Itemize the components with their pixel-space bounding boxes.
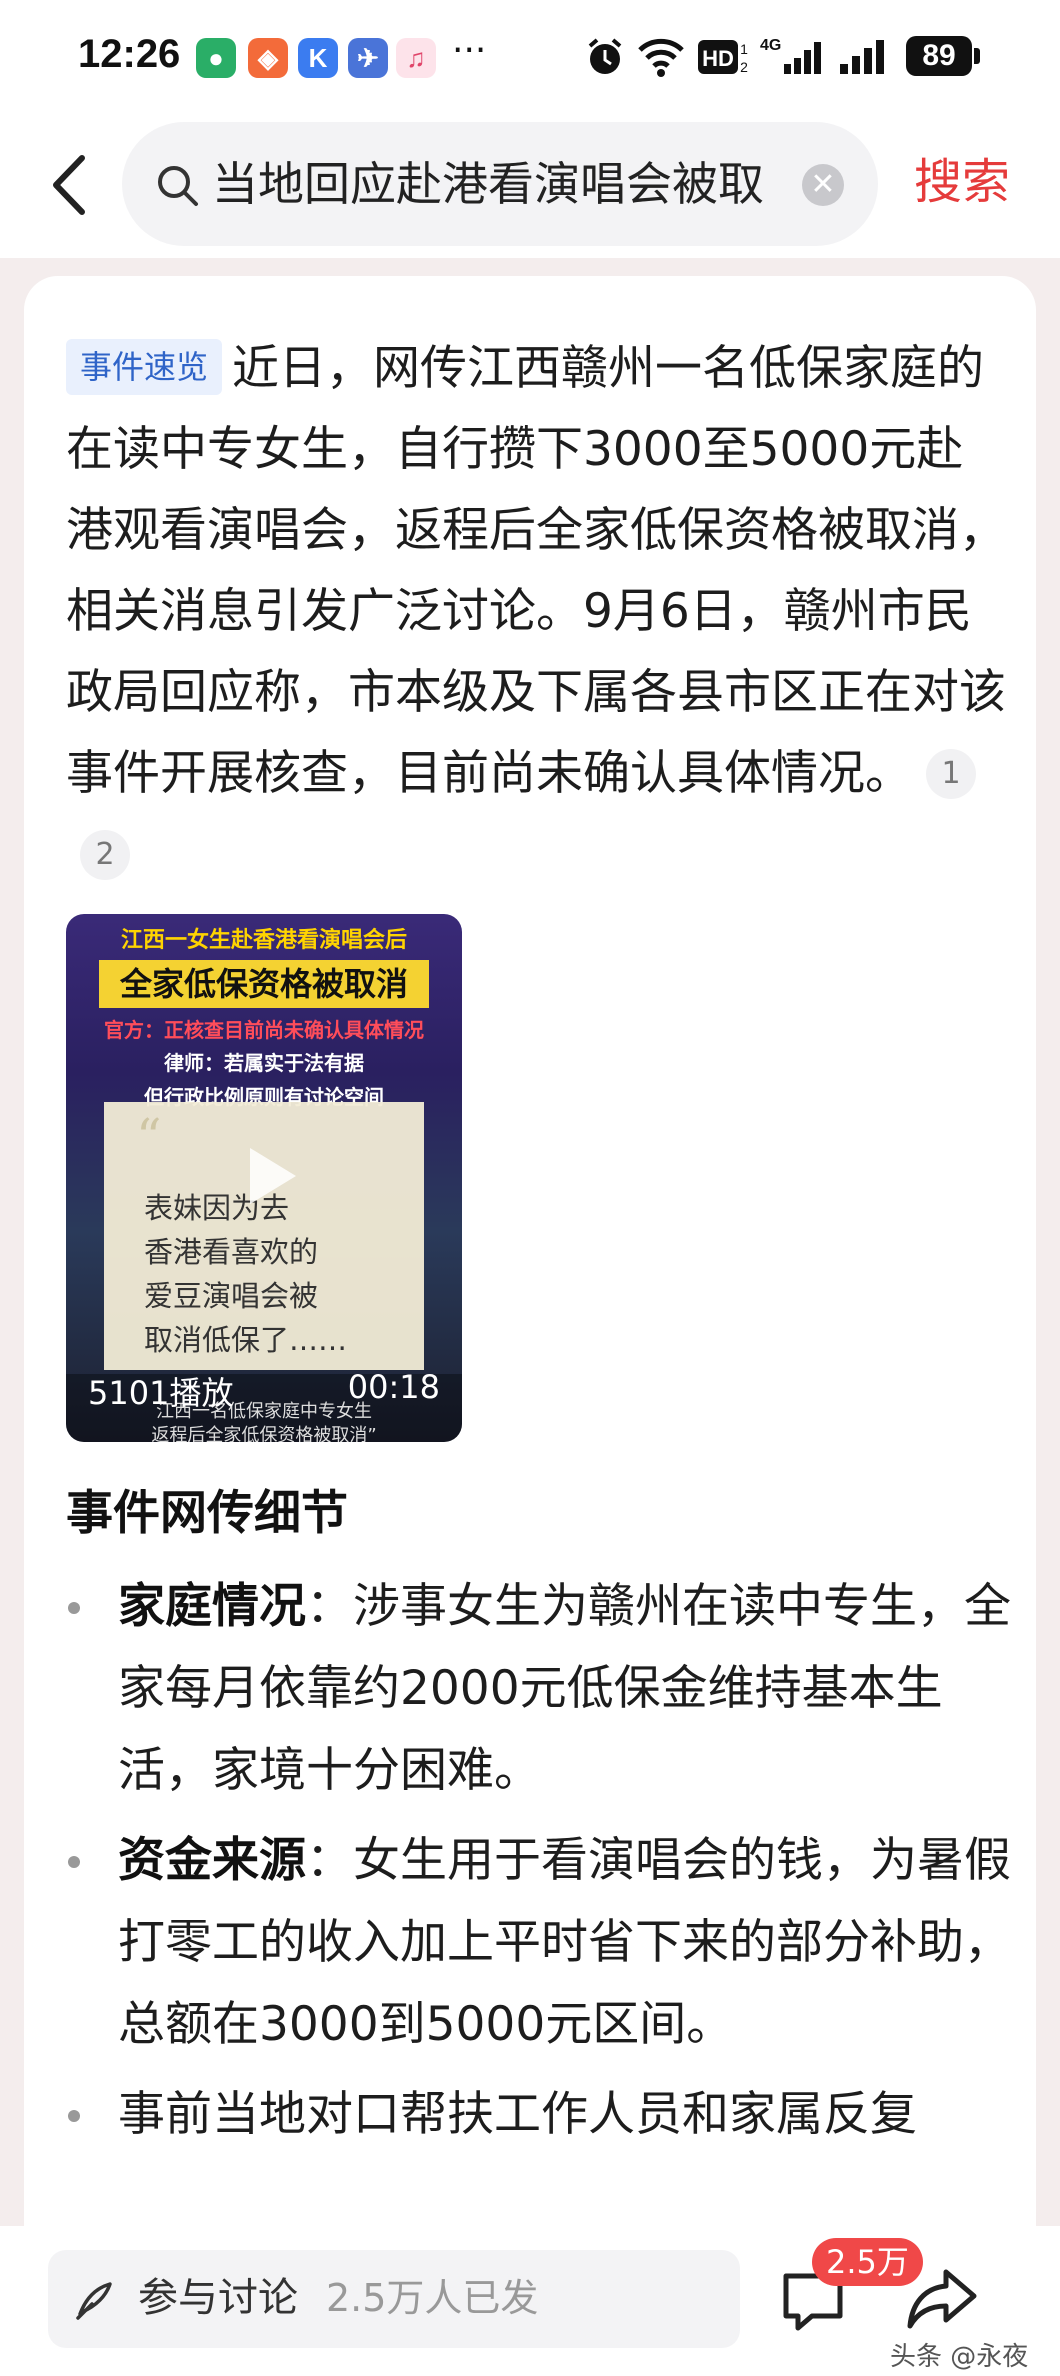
- video-duration: 00:18: [347, 1368, 440, 1406]
- hd-icon: HD 1 2: [698, 40, 748, 75]
- wifi-icon: [638, 38, 684, 77]
- signal-icon: [840, 40, 884, 74]
- music-icon: ♫: [396, 38, 436, 78]
- video-headlines: 江西一女生赴香港看演唱会后 全家低保资格被取消 官方：正核查目前尚未确认具体情况…: [66, 914, 462, 1111]
- bottom-bar: 参与讨论 2.5万人已发 2.5万 头条 @永夜: [0, 2226, 1060, 2376]
- search-query[interactable]: 当地回应赴港看演唱会被取: [212, 154, 802, 214]
- video-play-count: 5101播放: [88, 1374, 234, 1412]
- summary-tag: 事件速览: [66, 339, 223, 395]
- summary-text: 近日，网传江西赣州一名低保家庭的在读中专女生，自行攒下3000至5000元赴港观…: [66, 341, 1006, 801]
- status-bar: 12:26 ● ◈ K ✈ ♫ ··· HD 1 2 4G 89: [0, 0, 1060, 112]
- watermark: 头条 @永夜: [890, 2342, 1029, 2372]
- svg-text:1: 1: [740, 41, 748, 57]
- video-headline-4: 律师：若属实于法有据: [164, 1051, 364, 1075]
- play-icon[interactable]: [228, 1136, 308, 1216]
- signal-4g-icon: 4G: [760, 37, 821, 74]
- section-title: 事件网传细节: [66, 1486, 348, 1541]
- list-item: 事前当地对口帮扶工作人员和家属反复: [66, 2074, 1016, 2156]
- item-separator: ：: [306, 1579, 353, 1634]
- battery-level: 89: [906, 36, 972, 76]
- summary-paragraph: 事件速览 近日，网传江西赣州一名低保家庭的在读中专女生，自行攒下3000至5000…: [66, 328, 1006, 895]
- search-input[interactable]: 当地回应赴港看演唱会被取 ✕: [122, 122, 878, 246]
- battery-tip: [974, 48, 980, 64]
- bullet-icon: [68, 2110, 80, 2122]
- item-text: 事前当地对口帮扶工作人员和家属反复: [118, 2087, 917, 2142]
- video-headline-1: 江西一女生赴香港看演唱会后: [120, 928, 407, 953]
- svg-text:2: 2: [740, 59, 748, 75]
- list-item: 资金来源：女生用于看演唱会的钱，为暑假打零工的收入加上平时省下来的部分补助，总额…: [66, 1820, 1016, 2066]
- bullet-icon: [68, 1602, 80, 1614]
- k-app-icon: K: [298, 38, 338, 78]
- video-thumbnail[interactable]: 江西一女生赴香港看演唱会后 全家低保资格被取消 官方：正核查目前尚未确认具体情况…: [66, 914, 462, 1442]
- item-term: 资金来源: [118, 1833, 306, 1888]
- clock: 12:26: [78, 32, 181, 76]
- discuss-input[interactable]: 参与讨论 2.5万人已发: [48, 2250, 740, 2348]
- note-line: 爱豆演唱会被: [144, 1279, 319, 1313]
- search-icon: [158, 166, 198, 206]
- answer-card: 事件速览 近日，网传江西赣州一名低保家庭的在读中专女生，自行攒下3000至5000…: [24, 276, 1036, 2376]
- clear-icon[interactable]: ✕: [802, 164, 844, 206]
- item-term: 家庭情况: [118, 1579, 306, 1634]
- citation-1[interactable]: 1: [926, 749, 976, 799]
- more-notifications-icon: ···: [452, 30, 487, 71]
- video-headline-3: 官方：正核查目前尚未确认具体情况: [104, 1018, 424, 1042]
- quote-mark-icon: “: [136, 1108, 162, 1166]
- pen-icon: [76, 2282, 112, 2320]
- details-list: 家庭情况：涉事女生为赣州在读中专生，全家每月依靠约2000元低保金维持基本生活，…: [66, 1566, 1016, 2164]
- video-headline-2: 全家低保资格被取消: [99, 960, 429, 1008]
- discuss-label: 参与讨论: [138, 2275, 298, 2321]
- bullet-icon: [68, 1856, 80, 1868]
- wechat-icon: ●: [196, 38, 236, 78]
- svg-text:4G: 4G: [760, 37, 781, 54]
- share-icon[interactable]: [902, 2262, 982, 2338]
- svg-text:HD: HD: [702, 46, 734, 71]
- note-line: 取消低保了……: [144, 1323, 348, 1357]
- note-line: 香港看喜欢的: [144, 1235, 319, 1269]
- bank-app-icon: ✈: [348, 38, 388, 78]
- list-item: 家庭情况：涉事女生为赣州在读中专生，全家每月依靠约2000元低保金维持基本生活，…: [66, 1566, 1016, 1812]
- search-button[interactable]: 搜索: [914, 152, 1010, 212]
- video-caption-line: 返程后全家低保资格被取消”: [151, 1425, 377, 1442]
- alarm-icon: [588, 38, 622, 74]
- discuss-count: 2.5万人已发: [326, 2276, 539, 2320]
- back-arrow-icon[interactable]: [42, 150, 102, 220]
- item-separator: ：: [306, 1833, 353, 1888]
- citation-2[interactable]: 2: [80, 830, 130, 880]
- app-icon: ◈: [248, 38, 288, 78]
- search-header: 当地回应赴港看演唱会被取 ✕ 搜索: [0, 112, 1060, 258]
